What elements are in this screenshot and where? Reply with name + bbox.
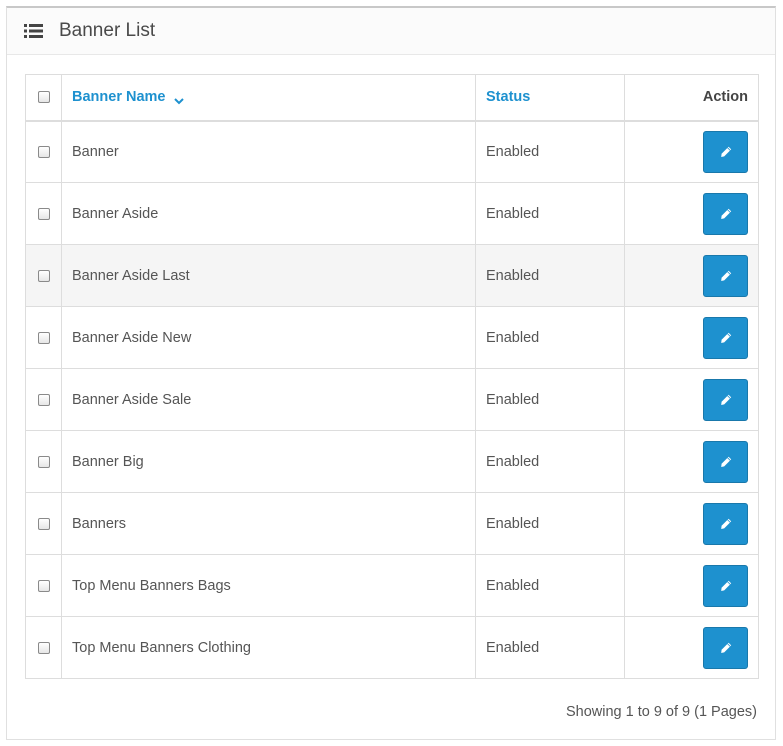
banner-name-cell: Banner Aside [61, 182, 476, 245]
action-cell [624, 182, 759, 245]
table-row: Banners Enabled [25, 492, 759, 555]
edit-button[interactable] [703, 502, 748, 545]
row-checkbox[interactable] [37, 455, 50, 468]
row-select-cell [25, 244, 62, 307]
column-header-action: Action [624, 74, 759, 122]
pencil-icon [720, 208, 731, 219]
banner-name-cell: Banners [61, 492, 476, 555]
banner-status-cell: Enabled [475, 554, 625, 617]
edit-button[interactable] [703, 316, 748, 359]
table-row: Banner Aside Enabled [25, 182, 759, 245]
banner-name-cell: Banner Aside Last [61, 244, 476, 307]
action-cell [624, 554, 759, 617]
table-body: Banner Enabled Banner Aside Enabled Bann… [25, 120, 759, 679]
table-row: Banner Aside Sale Enabled [25, 368, 759, 431]
column-name-label: Banner Name [72, 89, 166, 106]
sort-by-status-link[interactable]: Status [486, 89, 530, 105]
select-all-checkbox[interactable] [37, 91, 50, 104]
banner-table-wrapper: Banner Name Status Action Banner Enabled… [25, 74, 759, 679]
column-header-status: Status [475, 74, 625, 122]
action-cell [624, 616, 759, 679]
table-row: Top Menu Banners Clothing Enabled [25, 616, 759, 679]
banner-name-cell: Banner [61, 120, 476, 183]
pencil-icon [720, 146, 731, 157]
edit-button[interactable] [703, 440, 748, 483]
edit-button[interactable] [703, 192, 748, 235]
row-checkbox[interactable] [37, 207, 50, 220]
pencil-icon [720, 332, 731, 343]
row-checkbox[interactable] [37, 517, 50, 530]
pagination-info: Showing 1 to 9 of 9 (1 Pages) [565, 704, 757, 720]
edit-button[interactable] [703, 564, 748, 607]
pencil-icon [720, 518, 731, 529]
row-select-cell [25, 616, 62, 679]
row-select-cell [25, 182, 62, 245]
edit-button[interactable] [703, 130, 748, 173]
table-row: Banner Enabled [25, 120, 759, 183]
pencil-icon [720, 580, 731, 591]
banner-status-cell: Enabled [475, 244, 625, 307]
banner-table: Banner Name Status Action Banner Enabled… [25, 74, 759, 679]
pencil-icon [720, 456, 731, 467]
table-row: Banner Aside New Enabled [25, 306, 759, 369]
banner-status-cell: Enabled [475, 368, 625, 431]
row-select-cell [25, 306, 62, 369]
row-select-cell [25, 430, 62, 493]
edit-button[interactable] [703, 626, 748, 669]
banner-status-cell: Enabled [475, 306, 625, 369]
pencil-icon [720, 394, 731, 405]
banner-name-cell: Top Menu Banners Clothing [61, 616, 476, 679]
table-header-row: Banner Name Status Action [25, 74, 759, 122]
row-checkbox[interactable] [37, 641, 50, 654]
row-select-cell [25, 492, 62, 555]
edit-button[interactable] [703, 378, 748, 421]
row-select-cell [25, 120, 62, 183]
action-cell [624, 244, 759, 307]
banner-status-cell: Enabled [475, 492, 625, 555]
banner-status-cell: Enabled [475, 616, 625, 679]
pencil-icon [720, 642, 731, 653]
row-checkbox[interactable] [37, 393, 50, 406]
action-cell [624, 492, 759, 555]
edit-button[interactable] [703, 254, 748, 297]
chevron-down-icon [173, 93, 184, 105]
panel-title: Banner List [59, 20, 156, 41]
banner-name-cell: Banner Aside Sale [61, 368, 476, 431]
banner-name-cell: Banner Aside New [61, 306, 476, 369]
column-header-name: Banner Name [61, 74, 476, 122]
action-cell [624, 306, 759, 369]
panel-heading: Banner List [7, 8, 775, 55]
action-cell [624, 120, 759, 183]
row-checkbox[interactable] [37, 269, 50, 282]
table-row: Banner Aside Last Enabled [25, 244, 759, 307]
table-row: Top Menu Banners Bags Enabled [25, 554, 759, 617]
sort-by-name-link[interactable]: Banner Name [72, 89, 184, 105]
action-cell [624, 368, 759, 431]
row-select-cell [25, 368, 62, 431]
row-checkbox[interactable] [37, 331, 50, 344]
table-row: Banner Big Enabled [25, 430, 759, 493]
row-checkbox[interactable] [37, 579, 50, 592]
banner-list-panel: Banner List Banner Name Status Action Ba… [6, 6, 776, 740]
banner-status-cell: Enabled [475, 182, 625, 245]
action-cell [624, 430, 759, 493]
banner-name-cell: Banner Big [61, 430, 476, 493]
row-checkbox[interactable] [37, 145, 50, 158]
list-icon [24, 24, 43, 38]
pencil-icon [720, 270, 731, 281]
banner-status-cell: Enabled [475, 430, 625, 493]
select-all-cell [25, 74, 62, 122]
banner-name-cell: Top Menu Banners Bags [61, 554, 476, 617]
row-select-cell [25, 554, 62, 617]
banner-status-cell: Enabled [475, 120, 625, 183]
